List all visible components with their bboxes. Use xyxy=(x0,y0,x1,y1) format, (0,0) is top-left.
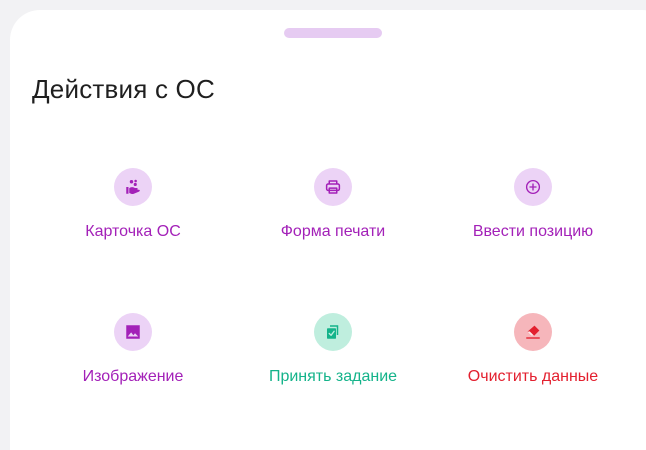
accept-task-button[interactable]: Принять задание xyxy=(243,313,423,403)
printer-icon xyxy=(314,168,352,206)
print-form-button[interactable]: Форма печати xyxy=(243,168,423,258)
action-label: Очистить данные xyxy=(467,368,599,385)
action-label: Принять задание xyxy=(268,368,398,385)
drag-handle[interactable] xyxy=(284,28,382,38)
bottom-sheet: Действия с ОС Карточка ОС Форма печати В… xyxy=(10,10,646,450)
action-label: Ввести позицию xyxy=(472,223,594,240)
action-label: Изображение xyxy=(82,368,184,385)
accept-task-icon xyxy=(314,313,352,351)
hand-coins-icon xyxy=(114,168,152,206)
image-button[interactable]: Изображение xyxy=(43,313,223,403)
enter-position-button[interactable]: Ввести позицию xyxy=(443,168,623,258)
image-icon xyxy=(114,313,152,351)
action-label: Форма печати xyxy=(280,223,386,240)
eraser-icon xyxy=(514,313,552,351)
action-label: Карточка ОС xyxy=(85,223,181,240)
plus-circle-icon xyxy=(514,168,552,206)
clear-data-button[interactable]: Очистить данные xyxy=(443,313,623,403)
asset-card-button[interactable]: Карточка ОС xyxy=(43,168,223,258)
sheet-title: Действия с ОС xyxy=(32,74,215,104)
